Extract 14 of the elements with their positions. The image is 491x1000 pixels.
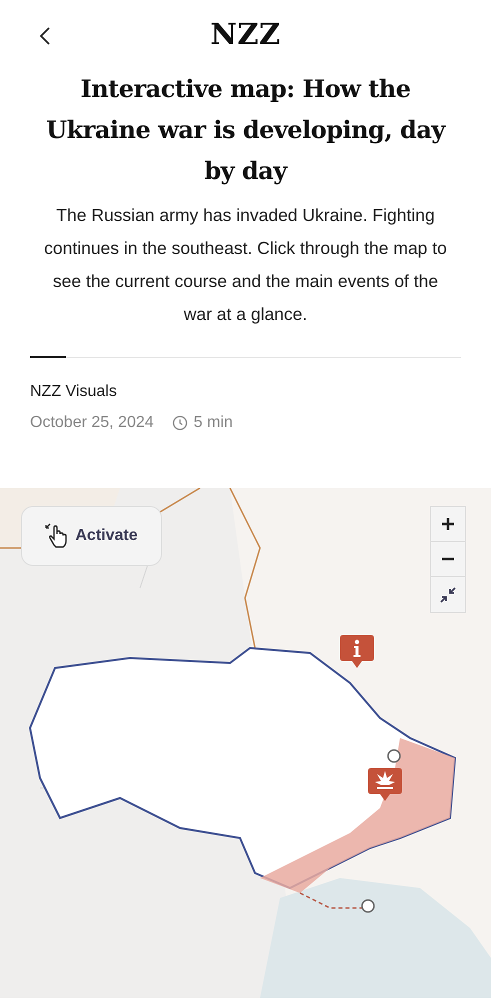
- publish-date: October 25, 2024: [30, 414, 154, 432]
- hand-pointer-icon: [45, 523, 70, 549]
- reading-time: 5 min: [194, 414, 233, 432]
- clock-icon: [172, 415, 188, 431]
- explosion-marker-icon[interactable]: [368, 768, 402, 802]
- activate-button[interactable]: Activate: [21, 506, 162, 566]
- plus-icon: [441, 517, 455, 531]
- article-title: Interactive map: How the Ukraine war is developing, day by day: [45, 73, 447, 187]
- collapse-arrows-icon: [439, 586, 457, 604]
- author-name: NZZ Visuals: [30, 383, 118, 401]
- logo[interactable]: NZZ: [210, 17, 281, 51]
- article-lead: The Russian army has invaded Ukraine. Fighting continues in the southeast. Click through the map to see the current course and the main events of the war at a glance.: [43, 204, 448, 326]
- back-icon[interactable]: [39, 26, 51, 46]
- info-marker-icon[interactable]: [340, 635, 374, 669]
